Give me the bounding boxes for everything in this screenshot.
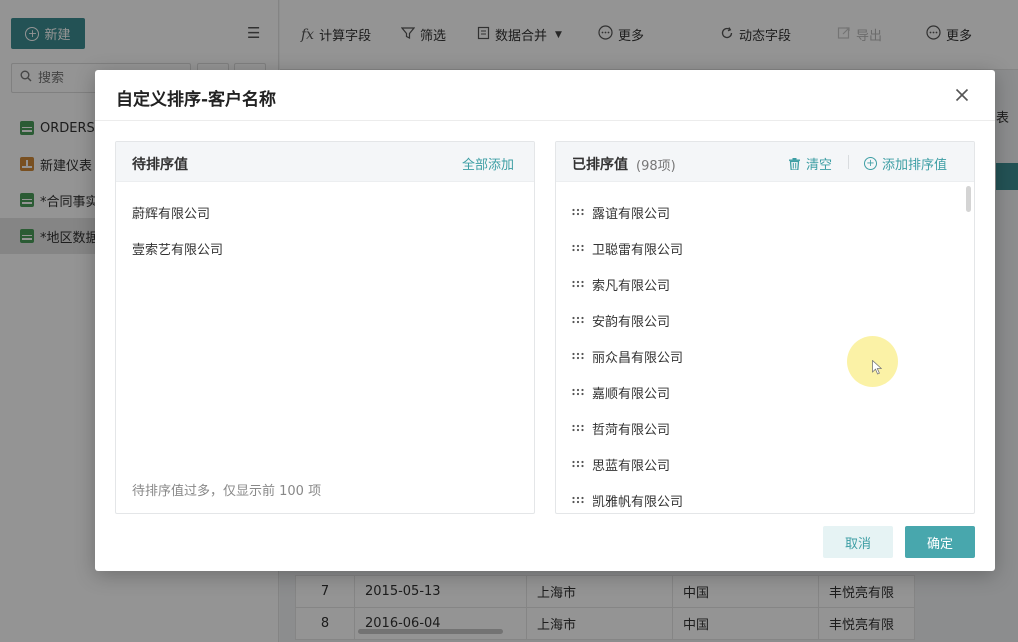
list-item[interactable]: 嘉顺有限公司 — [556, 374, 974, 410]
list-item-label: 思蓝有限公司 — [592, 458, 671, 474]
cancel-button[interactable]: 取消 — [823, 526, 893, 558]
clear-label: 清空 — [806, 158, 833, 173]
list-item-label: 壹索艺有限公司 — [132, 242, 224, 258]
list-item-label: 安韵有限公司 — [592, 314, 671, 330]
clear-button[interactable]: 清空 — [789, 154, 832, 173]
list-item[interactable]: 壹索艺有限公司 — [116, 230, 534, 266]
list-item[interactable]: 露谊有限公司 — [556, 194, 974, 230]
list-item[interactable]: 蔚辉有限公司 — [116, 194, 534, 230]
drag-handle-icon[interactable] — [572, 496, 586, 504]
plus-circle-icon: + — [864, 157, 877, 170]
unsorted-limit-note: 待排序值过多，仅显示前 100 项 — [132, 484, 322, 499]
list-item-label: 索凡有限公司 — [592, 278, 671, 294]
custom-sort-dialog: 自定义排序-客户名称 待排序值 全部添加 蔚辉有限公司 壹索艺有限公司 待排序值过… — [95, 70, 995, 571]
list-item-label: 蔚辉有限公司 — [132, 206, 211, 222]
list-item-label: 哲菏有限公司 — [592, 422, 671, 438]
list-item[interactable]: 凯雅帆有限公司 — [556, 482, 974, 513]
drag-handle-icon[interactable] — [572, 244, 586, 252]
drag-handle-icon[interactable] — [572, 460, 586, 468]
list-item-label: 凯雅帆有限公司 — [592, 494, 684, 510]
add-sort-value-label: 添加排序值 — [882, 158, 948, 173]
drag-handle-icon[interactable] — [572, 388, 586, 396]
unsorted-value-list: 蔚辉有限公司 壹索艺有限公司 — [116, 194, 534, 266]
add-all-link[interactable]: 全部添加 — [462, 154, 514, 173]
drag-handle-icon[interactable] — [572, 424, 586, 432]
dialog-divider — [95, 120, 995, 121]
sorted-value-list: 露谊有限公司 卫聪雷有限公司 索凡有限公司 安韵有限公司 丽众昌有限公司 嘉顺有限公司 哲菏… — [556, 194, 974, 513]
drag-handle-icon[interactable] — [572, 352, 586, 360]
list-item-label: 嘉顺有限公司 — [592, 386, 671, 402]
unsorted-panel-header: 待排序值 全部添加 — [116, 142, 534, 182]
list-item[interactable]: 哲菏有限公司 — [556, 410, 974, 446]
close-icon[interactable] — [952, 85, 972, 105]
add-sort-value-button[interactable]: + 添加排序值 — [864, 154, 947, 173]
list-item[interactable]: 丽众昌有限公司 — [556, 338, 974, 374]
confirm-button[interactable]: 确定 — [905, 526, 975, 558]
unsorted-panel-title: 待排序值 — [132, 157, 188, 173]
list-item-label: 丽众昌有限公司 — [592, 350, 684, 366]
header-separator — [848, 155, 849, 169]
mouse-cursor-icon — [872, 359, 883, 379]
list-item[interactable]: 思蓝有限公司 — [556, 446, 974, 482]
list-item-label: 卫聪雷有限公司 — [592, 242, 684, 258]
list-item[interactable]: 索凡有限公司 — [556, 266, 974, 302]
vertical-scrollbar[interactable] — [966, 186, 971, 212]
drag-handle-icon[interactable] — [572, 316, 586, 324]
list-item-label: 露谊有限公司 — [592, 206, 671, 222]
sorted-values-panel: 已排序值 (98项) 清空 + 添加排序值 露谊有限公司 卫聪雷有限公司 索凡有限公… — [555, 141, 975, 514]
unsorted-values-panel: 待排序值 全部添加 蔚辉有限公司 壹索艺有限公司 待排序值过多，仅显示前 100 … — [115, 141, 535, 514]
sorted-panel-title: 已排序值 — [572, 157, 628, 173]
trash-icon — [789, 157, 800, 171]
list-item[interactable]: 安韵有限公司 — [556, 302, 974, 338]
sorted-count: (98项) — [636, 159, 676, 174]
drag-handle-icon[interactable] — [572, 208, 586, 216]
drag-handle-icon[interactable] — [572, 280, 586, 288]
list-item[interactable]: 卫聪雷有限公司 — [556, 230, 974, 266]
sorted-panel-header: 已排序值 (98项) 清空 + 添加排序值 — [556, 142, 974, 182]
dialog-title: 自定义排序-客户名称 — [116, 90, 277, 110]
